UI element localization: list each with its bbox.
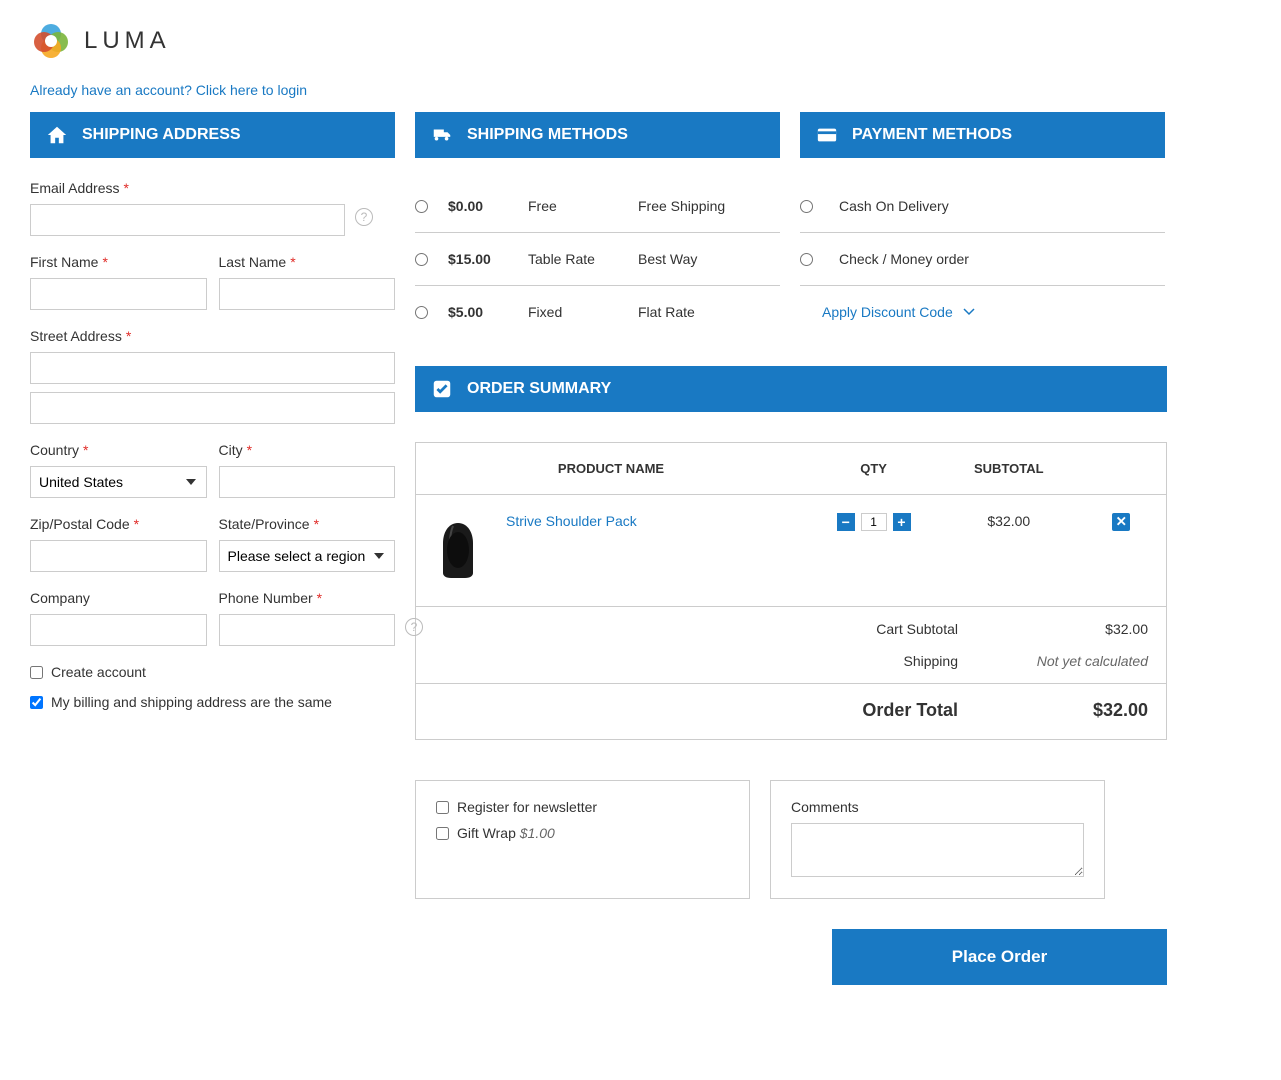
last-name-label: Last Name* — [219, 254, 396, 270]
cart-subtotal-value: $32.00 — [1018, 621, 1148, 637]
country-select[interactable]: United States — [30, 466, 207, 498]
create-account-checkbox[interactable] — [30, 666, 43, 679]
shipping-price: $5.00 — [448, 304, 528, 320]
checkbox-icon — [431, 378, 453, 400]
payment-label: Check / Money order — [839, 251, 969, 267]
first-name-input[interactable] — [30, 278, 207, 310]
extras-right-box: Comments — [770, 780, 1105, 899]
shipping-carrier: Fixed — [528, 304, 638, 320]
order-total-value: $32.00 — [1018, 700, 1148, 721]
summary-item-row: Strive Shoulder Pack − + $32.00 ✕ — [416, 495, 1167, 607]
zip-label: Zip/Postal Code* — [30, 516, 207, 532]
phone-tooltip-icon[interactable]: ? — [405, 618, 423, 636]
giftwrap-checkbox[interactable] — [436, 827, 449, 840]
shipping-methods-header: Shipping Methods — [415, 112, 780, 158]
same-billing-checkbox[interactable] — [30, 696, 43, 709]
payment-radio[interactable] — [800, 200, 813, 213]
comments-textarea[interactable] — [791, 823, 1084, 877]
shipping-name: Flat Rate — [638, 304, 780, 320]
product-image — [428, 513, 488, 588]
place-order-button[interactable]: Place Order — [832, 929, 1167, 985]
comments-label: Comments — [791, 799, 1084, 815]
shipping-price: $0.00 — [448, 198, 528, 214]
create-account-label: Create account — [51, 664, 146, 680]
street-input-2[interactable] — [30, 392, 395, 424]
company-input[interactable] — [30, 614, 207, 646]
order-summary-header: Order Summary — [415, 366, 1167, 412]
order-summary-table: PRODUCT NAME QTY SUBTOTAL Strive Shoulde… — [415, 442, 1167, 607]
email-input[interactable] — [30, 204, 345, 236]
shipping-carrier: Free — [528, 198, 638, 214]
same-billing-label: My billing and shipping address are the … — [51, 694, 332, 710]
logo-row: LUMA — [30, 20, 1251, 62]
brand-text: LUMA — [84, 27, 171, 55]
payment-methods-list: Cash On Delivery Check / Money order App… — [800, 158, 1165, 338]
product-name-link[interactable]: Strive Shoulder Pack — [506, 513, 637, 529]
shipping-radio[interactable] — [415, 200, 428, 213]
login-link[interactable]: Already have an account? Click here to l… — [30, 82, 307, 98]
payment-option[interactable]: Check / Money order — [800, 233, 1165, 286]
payment-radio[interactable] — [800, 253, 813, 266]
email-tooltip-icon[interactable]: ? — [355, 208, 373, 226]
chevron-down-icon — [963, 308, 975, 316]
home-icon — [46, 124, 68, 146]
col-qty: QTY — [806, 443, 941, 495]
remove-item-button[interactable]: ✕ — [1112, 513, 1130, 531]
col-product: PRODUCT NAME — [416, 443, 807, 495]
shipping-radio[interactable] — [415, 306, 428, 319]
cart-subtotal-label: Cart Subtotal — [434, 621, 958, 637]
shipping-method-option[interactable]: $15.00 Table Rate Best Way — [415, 233, 780, 286]
shipping-price: $15.00 — [448, 251, 528, 267]
apply-discount-toggle[interactable]: Apply Discount Code — [822, 304, 953, 320]
shipping-methods-title: Shipping Methods — [467, 126, 628, 144]
state-select[interactable]: Please select a region — [219, 540, 396, 572]
item-subtotal: $32.00 — [941, 495, 1076, 607]
extras-left-box: Register for newsletter Gift Wrap $1.00 — [415, 780, 750, 899]
first-name-label: First Name* — [30, 254, 207, 270]
order-summary-title: Order Summary — [467, 380, 611, 398]
shipping-total-value: Not yet calculated — [1018, 653, 1148, 669]
phone-input[interactable] — [219, 614, 396, 646]
shipping-methods-list: $0.00 Free Free Shipping $15.00 Table Ra… — [415, 158, 780, 338]
shipping-method-option[interactable]: $5.00 Fixed Flat Rate — [415, 286, 780, 338]
newsletter-checkbox[interactable] — [436, 801, 449, 814]
credit-card-icon — [816, 124, 838, 146]
email-label: Email Address* — [30, 180, 345, 196]
truck-icon — [431, 124, 453, 146]
qty-input[interactable] — [861, 513, 887, 531]
zip-input[interactable] — [30, 540, 207, 572]
city-input[interactable] — [219, 466, 396, 498]
street-label: Street Address* — [30, 328, 395, 344]
street-input-1[interactable] — [30, 352, 395, 384]
company-label: Company — [30, 590, 207, 606]
shipping-method-option[interactable]: $0.00 Free Free Shipping — [415, 180, 780, 233]
shipping-address-header: Shipping Address — [30, 112, 395, 158]
payment-label: Cash On Delivery — [839, 198, 949, 214]
order-total-label: Order Total — [434, 700, 958, 721]
country-label: Country* — [30, 442, 207, 458]
shipping-address-title: Shipping Address — [82, 126, 241, 144]
shipping-name: Free Shipping — [638, 198, 780, 214]
qty-decrease-button[interactable]: − — [837, 513, 855, 531]
shipping-name: Best Way — [638, 251, 780, 267]
phone-label: Phone Number* — [219, 590, 396, 606]
shipping-total-label: Shipping — [434, 653, 958, 669]
shipping-radio[interactable] — [415, 253, 428, 266]
city-label: City* — [219, 442, 396, 458]
col-subtotal: SUBTOTAL — [941, 443, 1076, 495]
giftwrap-label: Gift Wrap $1.00 — [457, 825, 555, 841]
newsletter-label: Register for newsletter — [457, 799, 597, 815]
state-label: State/Province* — [219, 516, 396, 532]
qty-increase-button[interactable]: + — [893, 513, 911, 531]
brand-logo-icon — [30, 20, 72, 62]
payment-methods-title: Payment Methods — [852, 126, 1012, 144]
shipping-carrier: Table Rate — [528, 251, 638, 267]
last-name-input[interactable] — [219, 278, 396, 310]
payment-methods-header: Payment Methods — [800, 112, 1165, 158]
payment-option[interactable]: Cash On Delivery — [800, 180, 1165, 233]
